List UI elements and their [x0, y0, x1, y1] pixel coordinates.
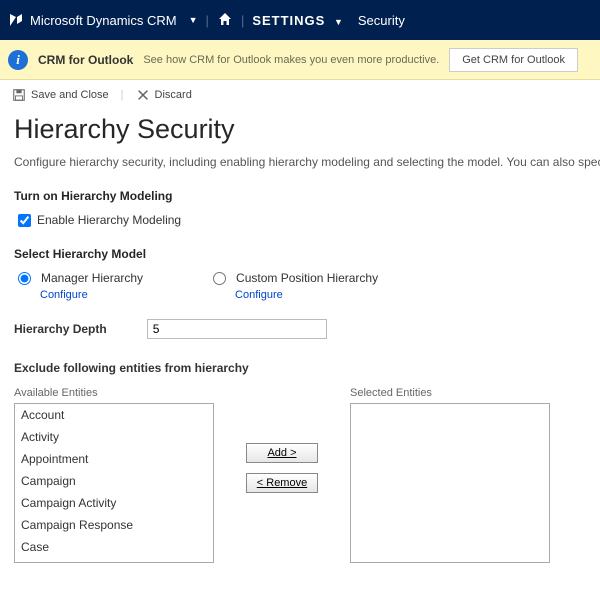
notification-bar: i CRM for Outlook See how CRM for Outloo… — [0, 40, 600, 80]
page-content: Hierarchy Security Configure hierarchy s… — [0, 110, 600, 563]
nav-separator: | — [206, 13, 209, 28]
nav-separator: | — [241, 13, 244, 28]
list-item[interactable]: Account — [15, 404, 213, 426]
info-icon: i — [8, 50, 28, 70]
top-nav-bar: Microsoft Dynamics CRM ▼ | | SETTINGS ▼ … — [0, 0, 600, 40]
page-description: Configure hierarchy security, including … — [14, 155, 586, 169]
nav-module[interactable]: SETTINGS ▼ — [252, 13, 344, 28]
get-crm-outlook-button[interactable]: Get CRM for Outlook — [449, 48, 578, 72]
list-item[interactable]: Campaign Response — [15, 514, 213, 536]
hierarchy-depth-label: Hierarchy Depth — [14, 322, 107, 336]
list-item[interactable]: Campaign — [15, 470, 213, 492]
custom-position-label: Custom Position Hierarchy — [236, 271, 378, 285]
close-icon — [136, 88, 150, 102]
selected-entities-label: Selected Entities — [350, 387, 550, 399]
list-item[interactable]: Case Creation Rule — [15, 558, 213, 563]
exclude-heading: Exclude following entities from hierarch… — [14, 361, 586, 375]
product-name: Microsoft Dynamics CRM — [30, 13, 177, 28]
notification-title: CRM for Outlook — [38, 53, 133, 67]
save-and-close-button[interactable]: Save and Close — [12, 88, 109, 102]
enable-hierarchy-label: Enable Hierarchy Modeling — [37, 213, 181, 227]
available-entities-listbox[interactable]: AccountActivityAppointmentCampaignCampai… — [14, 403, 214, 563]
nav-area[interactable]: Security — [358, 13, 405, 28]
configure-manager-link[interactable]: Configure — [40, 289, 143, 301]
chevron-down-icon: ▼ — [334, 17, 344, 27]
save-icon — [12, 88, 26, 102]
manager-hierarchy-radio[interactable] — [18, 272, 31, 285]
configure-custom-link[interactable]: Configure — [235, 289, 378, 301]
discard-button[interactable]: Discard — [136, 88, 192, 102]
command-bar: Save and Close | Discard — [0, 80, 600, 110]
manager-hierarchy-label: Manager Hierarchy — [41, 271, 143, 285]
list-item[interactable]: Case — [15, 536, 213, 558]
list-item[interactable]: Campaign Activity — [15, 492, 213, 514]
enable-heading: Turn on Hierarchy Modeling — [14, 189, 586, 203]
available-entities-label: Available Entities — [14, 387, 214, 399]
add-button[interactable]: Add > — [246, 443, 318, 463]
page-title: Hierarchy Security — [14, 114, 586, 145]
list-item[interactable]: Appointment — [15, 448, 213, 470]
home-button[interactable] — [217, 11, 233, 30]
remove-button[interactable]: < Remove — [246, 473, 318, 493]
hierarchy-depth-input[interactable] — [147, 319, 327, 339]
enable-hierarchy-checkbox[interactable] — [18, 214, 31, 227]
product-logo[interactable]: Microsoft Dynamics CRM ▼ — [8, 12, 198, 28]
dynamics-icon — [8, 12, 24, 28]
custom-position-radio[interactable] — [213, 272, 226, 285]
chevron-down-icon: ▼ — [189, 15, 198, 25]
notification-message: See how CRM for Outlook makes you even m… — [143, 54, 439, 66]
selected-entities-listbox[interactable] — [350, 403, 550, 563]
model-heading: Select Hierarchy Model — [14, 247, 586, 261]
home-icon — [217, 11, 233, 27]
list-item[interactable]: Activity — [15, 426, 213, 448]
